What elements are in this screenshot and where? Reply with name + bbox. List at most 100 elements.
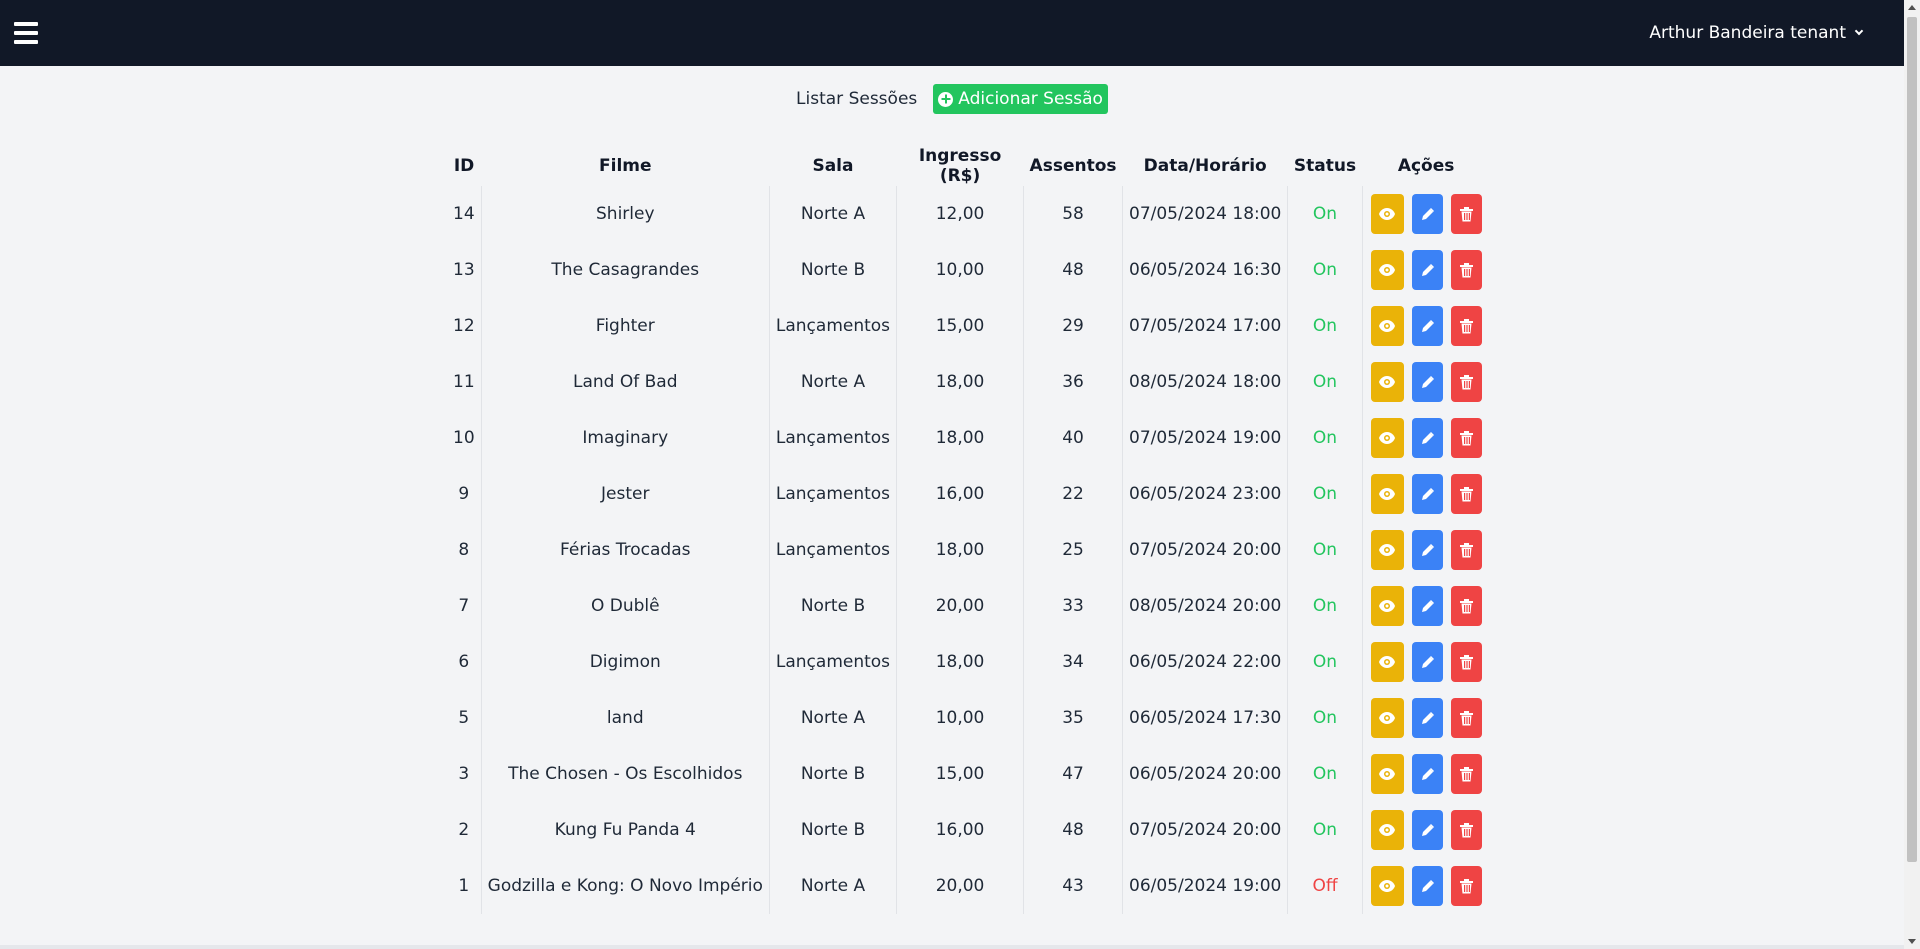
cell-film: Kung Fu Panda 4 [481,802,770,858]
edit-button[interactable] [1411,362,1443,402]
cell-actions [1362,746,1490,802]
cell-datetime: 06/05/2024 17:30 [1122,690,1289,746]
trash-icon [1459,486,1473,502]
cell-datetime: 07/05/2024 17:00 [1122,298,1289,354]
cell-price: 15,00 [896,298,1025,354]
view-button[interactable] [1370,810,1404,850]
pencil-icon [1420,599,1435,614]
table-row: 11 Land Of Bad Norte A 18,00 36 08/05/2024 18… [447,354,1490,410]
cell-film: land [481,690,770,746]
cell-room: Norte B [769,242,898,298]
horizontal-scrollbar[interactable] [0,945,1904,949]
status-badge: Off [1287,858,1363,914]
edit-button[interactable] [1411,754,1443,794]
header-id: ID [453,156,475,176]
delete-button[interactable] [1450,418,1482,458]
edit-button[interactable] [1411,194,1443,234]
delete-button[interactable] [1450,866,1482,906]
eye-icon [1378,599,1396,613]
cell-price: 15,00 [896,746,1025,802]
header-film: Filme [599,156,652,176]
delete-button[interactable] [1450,810,1482,850]
cell-film: Shirley [481,186,770,242]
cell-film: The Casagrandes [481,242,770,298]
session-toolbar: Listar Sessões Adicionar Sessão [0,84,1904,114]
view-button[interactable] [1370,642,1404,682]
view-button[interactable] [1370,698,1404,738]
eye-icon [1378,879,1396,893]
edit-button[interactable] [1411,698,1443,738]
hamburger-icon[interactable] [14,22,38,44]
cell-room: Norte B [769,802,898,858]
cell-actions [1362,186,1490,242]
cell-datetime: 07/05/2024 20:00 [1122,802,1289,858]
delete-button[interactable] [1450,474,1482,514]
cell-actions [1362,466,1490,522]
pencil-icon [1420,487,1435,502]
cell-seats: 34 [1023,634,1123,690]
view-button[interactable] [1370,754,1404,794]
status-badge: On [1287,634,1363,690]
view-button[interactable] [1370,306,1404,346]
edit-button[interactable] [1411,306,1443,346]
pencil-icon [1420,711,1435,726]
edit-button[interactable] [1411,642,1443,682]
cell-id: 2 [447,802,482,858]
cell-id: 10 [447,410,482,466]
cell-price: 10,00 [896,242,1025,298]
delete-button[interactable] [1450,754,1482,794]
view-button[interactable] [1370,418,1404,458]
cell-price: 20,00 [896,578,1025,634]
status-badge: On [1287,690,1363,746]
cell-datetime: 07/05/2024 19:00 [1122,410,1289,466]
delete-button[interactable] [1450,194,1482,234]
cell-datetime: 06/05/2024 16:30 [1122,242,1289,298]
delete-button[interactable] [1450,530,1482,570]
cell-price: 18,00 [896,410,1025,466]
pencil-icon [1420,319,1435,334]
cell-price: 20,00 [896,858,1025,914]
delete-button[interactable] [1450,586,1482,626]
edit-button[interactable] [1411,866,1443,906]
scroll-thumb[interactable] [1907,17,1917,862]
scroll-down-arrow-icon[interactable] [1908,939,1916,944]
delete-button[interactable] [1450,306,1482,346]
view-button[interactable] [1370,194,1404,234]
edit-button[interactable] [1411,418,1443,458]
cell-actions [1362,242,1490,298]
scroll-up-arrow-icon[interactable] [1908,5,1916,10]
eye-icon [1378,711,1396,725]
cell-room: Norte A [769,186,898,242]
delete-button[interactable] [1450,250,1482,290]
edit-button[interactable] [1411,586,1443,626]
status-badge: On [1287,466,1363,522]
pencil-icon [1420,655,1435,670]
trash-icon [1459,878,1473,894]
table-row: 2 Kung Fu Panda 4 Norte B 16,00 48 07/05/2024… [447,802,1490,858]
user-menu[interactable]: Arthur Bandeira tenant [1649,23,1864,43]
add-session-button[interactable]: Adicionar Sessão [933,84,1108,114]
edit-button[interactable] [1411,474,1443,514]
cell-actions [1362,298,1490,354]
cell-room: Lançamentos [769,410,898,466]
edit-button[interactable] [1411,810,1443,850]
delete-button[interactable] [1450,362,1482,402]
delete-button[interactable] [1450,642,1482,682]
view-button[interactable] [1370,866,1404,906]
view-button[interactable] [1370,586,1404,626]
view-button[interactable] [1370,250,1404,290]
view-button[interactable] [1370,530,1404,570]
status-badge: On [1287,578,1363,634]
cell-actions [1362,858,1490,914]
cell-film: Digimon [481,634,770,690]
edit-button[interactable] [1411,530,1443,570]
delete-button[interactable] [1450,698,1482,738]
pencil-icon [1420,823,1435,838]
top-navbar: Arthur Bandeira tenant [0,0,1904,66]
cell-id: 9 [447,466,482,522]
edit-button[interactable] [1411,250,1443,290]
view-button[interactable] [1370,362,1404,402]
cell-price: 12,00 [896,186,1025,242]
view-button[interactable] [1370,474,1404,514]
vertical-scrollbar[interactable] [1904,0,1920,949]
